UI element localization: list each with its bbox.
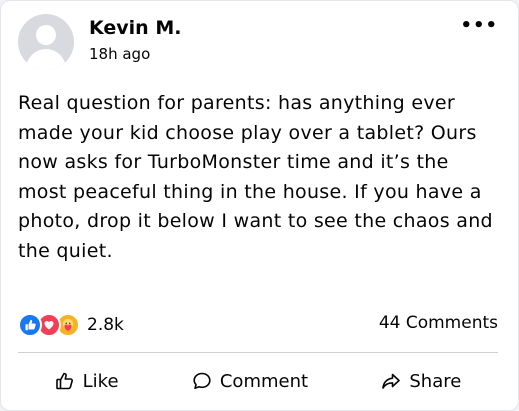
avatar[interactable] (18, 14, 74, 70)
reaction-count: 2.8k (87, 315, 124, 335)
avatar-body (26, 49, 66, 70)
post-actions: Like Comment Share (18, 361, 498, 401)
avatar-head (36, 25, 56, 45)
post-time[interactable]: 18h ago (89, 45, 150, 63)
divider (18, 352, 498, 353)
share-icon (381, 371, 401, 391)
more-options-icon[interactable]: ••• (460, 15, 498, 36)
like-icon (18, 313, 42, 337)
author-name[interactable]: Kevin M. (89, 17, 181, 39)
reactions-summary[interactable]: 2.8k (18, 313, 124, 337)
thumbs-up-icon (55, 371, 75, 391)
post-card: Kevin M. 18h ago ••• Real question for p… (0, 0, 519, 411)
comment-count[interactable]: 44 Comments (379, 313, 498, 333)
share-label: Share (409, 370, 462, 392)
like-label: Like (82, 370, 119, 392)
comment-icon (192, 371, 212, 391)
like-button[interactable]: Like (55, 371, 119, 392)
comment-label: Comment (219, 370, 309, 392)
post-text: Real question for parents: has anything … (18, 92, 493, 262)
share-button[interactable]: Share (381, 371, 461, 392)
comment-button[interactable]: Comment (192, 371, 308, 392)
